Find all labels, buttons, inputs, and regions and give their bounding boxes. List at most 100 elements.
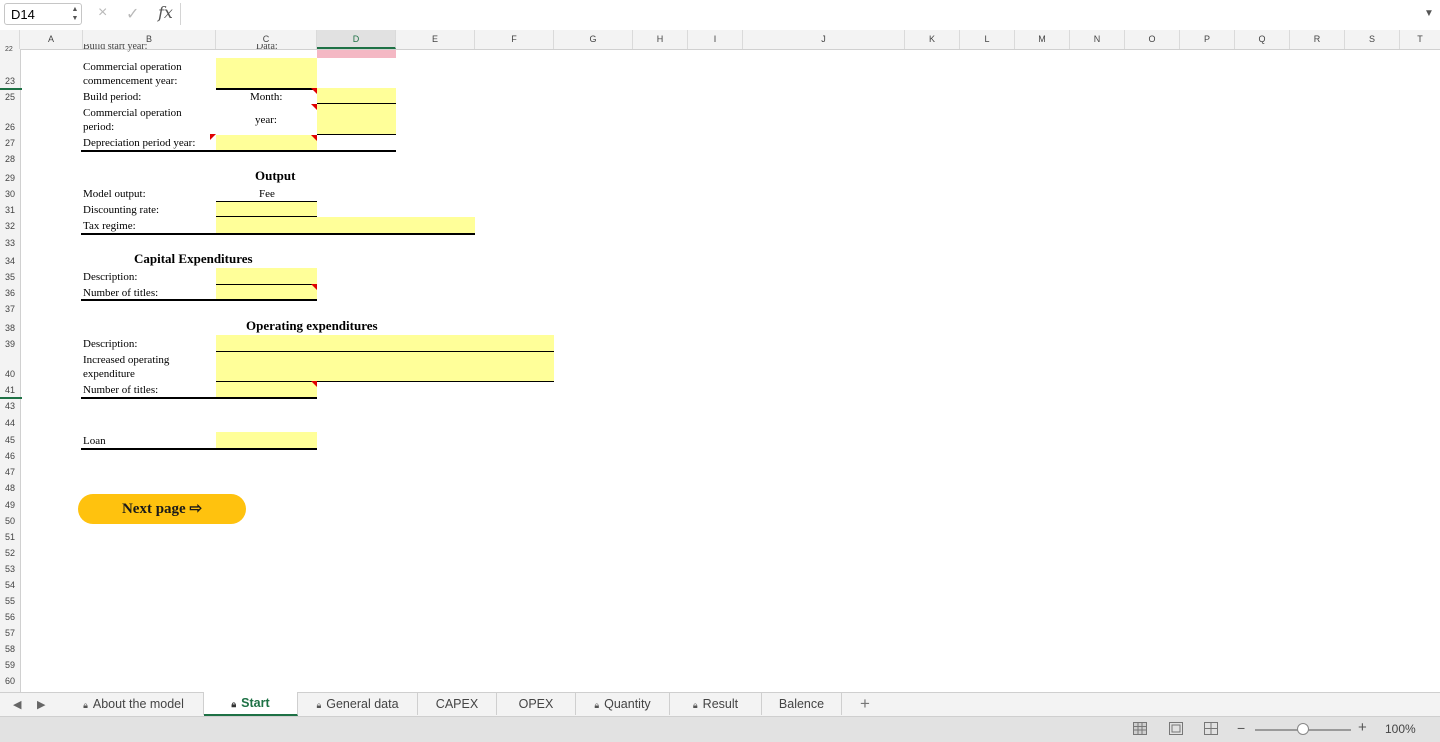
capex-description-input[interactable]	[216, 268, 317, 284]
depreciation-period-label: Depreciation period year:	[83, 137, 196, 149]
row-header[interactable]: 39	[0, 339, 20, 349]
tax-regime-input[interactable]	[216, 217, 475, 233]
function-icon[interactable]: fx	[158, 3, 173, 22]
row-header[interactable]: 47	[0, 467, 20, 477]
row-header[interactable]: 27	[0, 138, 20, 148]
column-header[interactable]: F	[475, 30, 554, 49]
row-header[interactable]: 60	[0, 676, 20, 686]
opex-titles-input[interactable]	[216, 382, 317, 397]
row-header[interactable]: 43	[0, 401, 20, 411]
row-header[interactable]: 57	[0, 628, 20, 638]
column-header[interactable]: P	[1180, 30, 1235, 49]
row-header[interactable]: 30	[0, 189, 20, 199]
row-header[interactable]: 26	[0, 122, 20, 132]
row-header[interactable]: 33	[0, 238, 20, 248]
row-header[interactable]: 25	[0, 92, 20, 102]
zoom-level[interactable]: 100%	[1385, 722, 1416, 736]
next-page-button[interactable]: Next page ⇨	[78, 494, 246, 524]
column-header[interactable]: H	[633, 30, 688, 49]
row-header[interactable]: 53	[0, 564, 20, 574]
row-header[interactable]: 36	[0, 288, 20, 298]
row-header[interactable]: 49	[0, 500, 20, 510]
opex-increase-label-2: expenditure	[83, 368, 135, 380]
row-header[interactable]: 37	[0, 304, 20, 314]
column-header[interactable]: L	[960, 30, 1015, 49]
column-header[interactable]: M	[1015, 30, 1070, 49]
zoom-in-button[interactable]: +	[1358, 719, 1367, 736]
comment-marker-icon[interactable]	[311, 381, 317, 387]
row-header[interactable]: 50	[0, 516, 20, 526]
tab-general-data[interactable]: 🔒︎ General data	[298, 693, 418, 715]
tab-label: OPEX	[518, 697, 554, 711]
row-header[interactable]: 35	[0, 272, 20, 282]
tab-start[interactable]: 🔒︎ Start	[204, 692, 298, 716]
column-header[interactable]: J	[743, 30, 905, 49]
opex-description-input[interactable]	[216, 335, 554, 351]
tab-quantity[interactable]: 🔒︎ Quantity	[576, 693, 670, 715]
row-header[interactable]: 52	[0, 548, 20, 558]
column-header[interactable]: O	[1125, 30, 1180, 49]
page-break-view-icon[interactable]	[1204, 722, 1218, 735]
add-sheet-button[interactable]: +	[852, 693, 878, 715]
row-header[interactable]: 23	[0, 76, 20, 86]
name-box-stepper-icon[interactable]: ▲ ▼	[70, 5, 80, 23]
column-header[interactable]: Q	[1235, 30, 1290, 49]
row-header[interactable]: 59	[0, 660, 20, 670]
confirm-icon[interactable]: ✓	[126, 4, 139, 24]
comment-marker-icon[interactable]	[311, 284, 317, 290]
row-header[interactable]: 40	[0, 369, 20, 379]
column-header[interactable]: K	[905, 30, 960, 49]
row-header[interactable]: 56	[0, 612, 20, 622]
model-output-input[interactable]	[216, 201, 317, 216]
zoom-out-button[interactable]: −	[1237, 720, 1245, 736]
row-header[interactable]: 28	[0, 154, 20, 164]
row-header[interactable]: 58	[0, 644, 20, 654]
row-header[interactable]: 29	[0, 173, 20, 183]
capex-titles-input[interactable]	[216, 285, 317, 300]
tab-result[interactable]: 🔒︎ Result	[670, 693, 762, 715]
next-sheet-icon[interactable]: ▶	[37, 698, 45, 711]
zoom-slider-handle[interactable]	[1297, 723, 1309, 735]
cancel-icon[interactable]: ×	[98, 4, 107, 22]
column-header[interactable]: A	[20, 30, 83, 49]
normal-view-icon[interactable]	[1133, 722, 1147, 735]
row-header[interactable]: 38	[0, 323, 20, 333]
row-header[interactable]: 54	[0, 580, 20, 590]
row-header[interactable]: 22	[0, 46, 20, 53]
row-header[interactable]: 45	[0, 435, 20, 445]
column-header[interactable]: S	[1345, 30, 1400, 49]
row-header[interactable]: 34	[0, 256, 20, 266]
commercial-operation-year-input[interactable]	[216, 58, 317, 88]
tab-about-the-model[interactable]: 🔒︎ About the model	[64, 693, 204, 715]
row-header[interactable]: 44	[0, 418, 20, 428]
column-header[interactable]: T	[1400, 30, 1440, 49]
tab-capex[interactable]: CAPEX	[418, 693, 497, 715]
row-header[interactable]: 46	[0, 451, 20, 461]
expand-formula-bar-icon[interactable]: ▼	[1424, 8, 1434, 19]
row-header[interactable]: 32	[0, 221, 20, 231]
depreciation-period-input[interactable]	[216, 135, 317, 150]
column-header[interactable]: G	[554, 30, 633, 49]
row-header[interactable]: 55	[0, 596, 20, 606]
column-header-selected[interactable]: D	[317, 30, 396, 49]
comment-marker-icon[interactable]	[311, 135, 317, 141]
tab-balence[interactable]: Balence	[762, 693, 842, 715]
tab-opex[interactable]: OPEX	[497, 693, 576, 715]
page-layout-view-icon[interactable]	[1169, 722, 1183, 735]
row-header[interactable]: 51	[0, 532, 20, 542]
loan-input[interactable]	[216, 432, 317, 448]
column-header[interactable]: N	[1070, 30, 1125, 49]
previous-sheet-icon[interactable]: ◀	[13, 698, 21, 711]
lock-icon: 🔒︎	[692, 700, 698, 710]
column-header[interactable]: R	[1290, 30, 1345, 49]
opex-increase-input[interactable]	[216, 352, 554, 381]
build-period-input[interactable]	[317, 88, 396, 103]
row-header[interactable]: 41	[0, 385, 20, 395]
formula-input[interactable]	[180, 3, 1421, 25]
selected-cell-d14[interactable]	[317, 50, 396, 58]
commercial-operation-period-input[interactable]	[317, 104, 396, 134]
column-header[interactable]: I	[688, 30, 743, 49]
row-header[interactable]: 31	[0, 205, 20, 215]
row-header[interactable]: 48	[0, 483, 20, 493]
column-header[interactable]: E	[396, 30, 475, 49]
